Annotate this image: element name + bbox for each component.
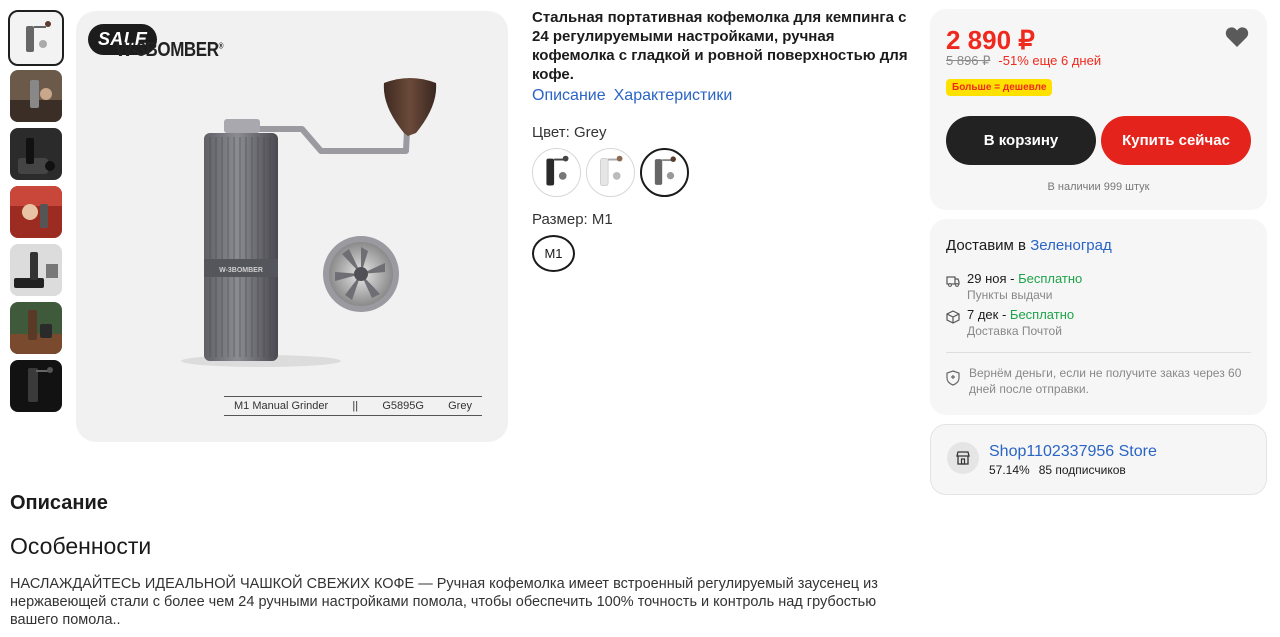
svg-text:W-3BOMBER: W-3BOMBER [219,267,263,274]
delivery-divider [946,352,1251,353]
store-card[interactable]: Shop1102337956 Store 57.14% 85 подписчик… [930,424,1267,495]
store-rating: 57.14% [989,463,1030,477]
color-swatch-white[interactable] [586,148,635,197]
box-icon [946,310,960,324]
size-label: Размер: M1 [532,211,613,228]
stock-text: В наличии 999 штук [1047,181,1150,193]
add-to-cart-button[interactable]: В корзину [946,116,1096,165]
thumbnail-7[interactable] [10,360,62,412]
old-price: 5 896 ₽ [946,53,991,68]
link-description[interactable]: Описание [532,87,606,105]
promo-badge[interactable]: Больше = дешевле [946,79,1053,96]
thumbnail-3[interactable] [10,128,62,180]
caption-sku: G5895G [382,400,424,412]
buy-now-button[interactable]: Купить сейчас [1101,116,1251,165]
heart-icon[interactable] [1225,26,1249,48]
thumbnail-4[interactable] [10,186,62,238]
thumbnail-1[interactable] [8,10,64,66]
delivery-city-link[interactable]: Зеленоград [1030,237,1112,254]
caption-model: M1 Manual Grinder [234,400,329,412]
brand-logo: W-3BOMBER® [116,39,224,61]
discount-text: -51% еще 6 дней [998,53,1102,68]
image-caption: M1 Manual Grinder || G5895G Grey [224,396,482,416]
thumbnail-5[interactable] [10,244,62,296]
pickup-icon [946,276,960,287]
product-title: Стальная портативная кофемолка для кемпи… [532,9,908,83]
delivery-card: Доставим в Зеленоград 29 ноя - Бесплатно… [930,219,1267,415]
delivery-title: Доставим в Зеленоград [946,237,1112,254]
thumbnail-list [8,10,66,418]
color-swatch-grey[interactable] [640,148,689,197]
shield-icon [946,370,960,386]
old-price-row: 5 896 ₽ -51% еще 6 дней [946,53,1101,69]
thumbnail-2[interactable] [10,70,62,122]
store-subscribers: 85 подписчиков [1038,463,1126,477]
store-icon [947,442,979,474]
delivery-option-pickup: 29 ноя - Бесплатно Пункты выдачи [946,271,1082,302]
store-name-link[interactable]: Shop1102337956 Store [989,443,1157,461]
color-label: Цвет: Grey [532,124,607,141]
product-links: Описание Характеристики [532,87,732,105]
description-text: НАСЛАЖДАЙТЕСЬ ИДЕАЛЬНОЙ ЧАШКОЙ СВЕЖИХ КО… [10,576,878,628]
price-card: 2 890 ₽ 5 896 ₽ -51% еще 6 дней Больше =… [930,9,1267,210]
color-swatches [532,148,689,197]
money-back-guarantee: Вернём деньги, если не получите заказ че… [946,365,1256,397]
color-swatch-black[interactable] [532,148,581,197]
store-stats: 57.14% 85 подписчиков [989,463,1126,477]
size-option-m1[interactable]: M1 [532,235,575,272]
main-product-image[interactable]: W-3BOMBER SALE W-3BOMBER® M1 Manual Grin… [76,11,508,442]
delivery-option-post: 7 дек - Бесплатно Доставка Почтой [946,307,1074,338]
description-heading: Описание [10,492,108,514]
grinder-illustration: W-3BOMBER [181,78,437,367]
current-price: 2 890 ₽ [946,25,1035,55]
caption-color: Grey [448,400,472,412]
caption-separator: || [352,400,359,412]
thumbnail-6[interactable] [10,302,62,354]
features-heading: Особенности [10,533,152,559]
link-specifications[interactable]: Характеристики [614,87,733,105]
